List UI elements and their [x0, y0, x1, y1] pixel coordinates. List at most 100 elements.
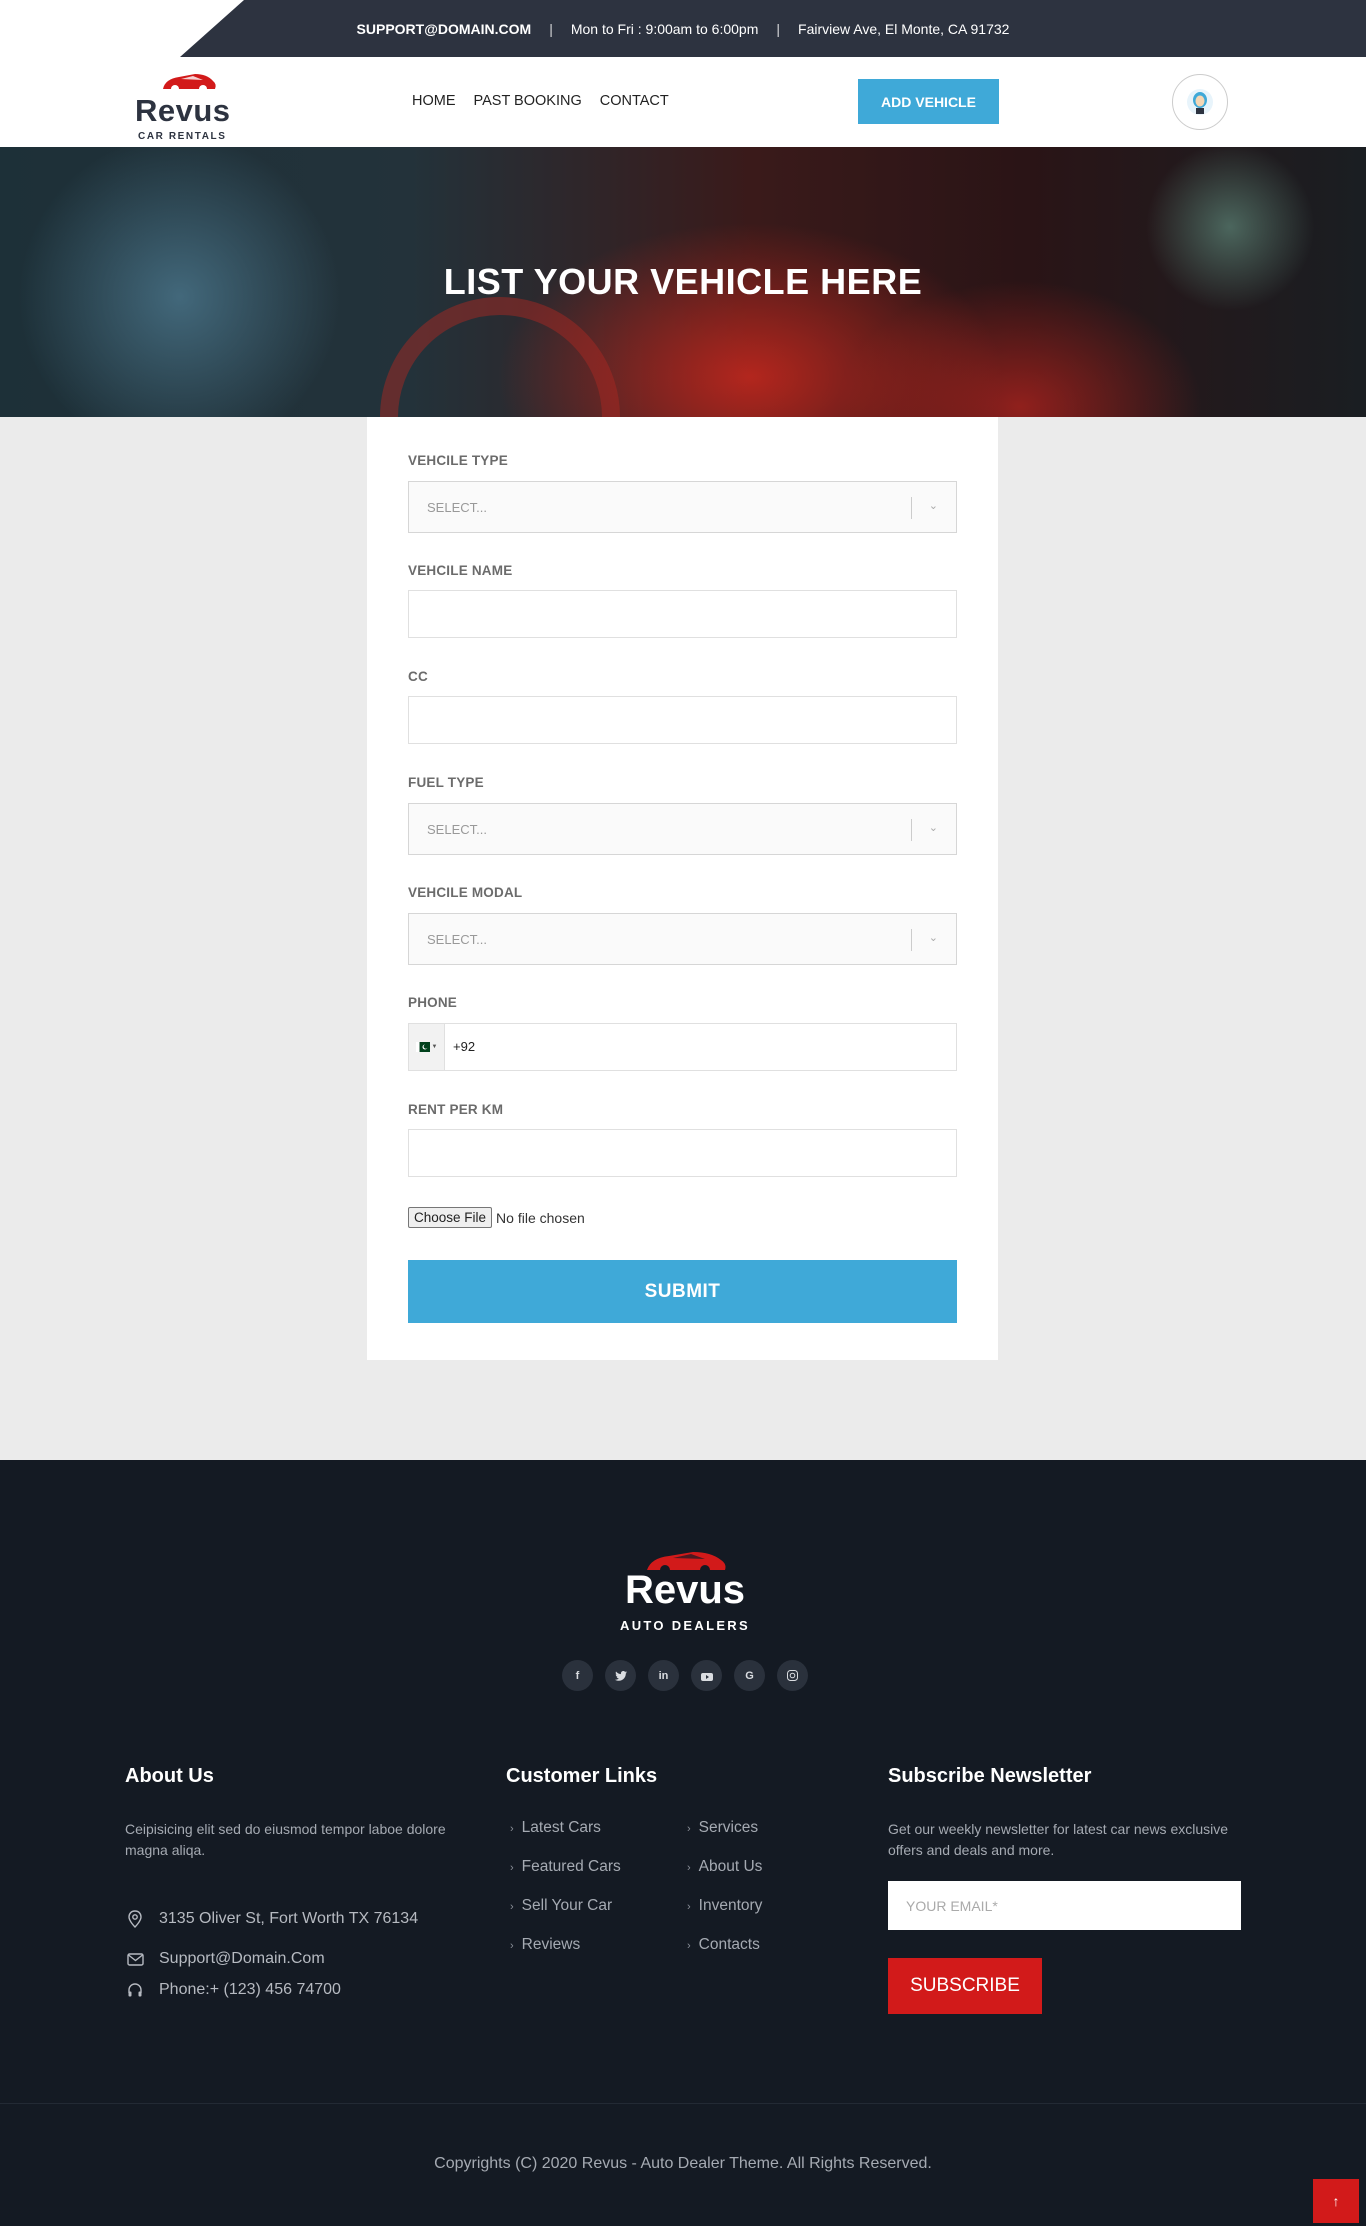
vehicle-modal-select[interactable]: SELECT... ⌄: [408, 913, 957, 965]
footer: Revus AUTO DEALERS f in G About Us Ceipi…: [0, 1460, 1366, 2226]
newsletter-text: Get our weekly newsletter for latest car…: [888, 1821, 1229, 1858]
topbar-info: SUPPORT@DOMAIN.COM | Mon to Fri : 9:00am…: [0, 0, 1366, 57]
instagram-icon[interactable]: [777, 1660, 808, 1691]
link-sell-your-car[interactable]: › Sell Your Car: [510, 1897, 612, 1915]
file-upload: Choose File No file chosen: [408, 1207, 585, 1228]
linkedin-icon[interactable]: in: [648, 1660, 679, 1691]
car-logo-icon: [163, 74, 216, 93]
nav-home[interactable]: HOME: [412, 93, 456, 109]
vehicle-type-select[interactable]: SELECT... ⌄: [408, 481, 957, 533]
select-divider: [911, 497, 912, 519]
headphones-icon: [125, 1982, 145, 1998]
footer-email[interactable]: Support@Domain.Com: [125, 1950, 325, 1968]
select-divider: [911, 819, 912, 841]
vehicle-modal-label: VEHCILE MODAL: [408, 885, 523, 900]
topbar-email[interactable]: SUPPORT@DOMAIN.COM: [339, 21, 550, 37]
link-label: Sell Your Car: [521, 1897, 613, 1914]
main-nav: HOME PAST BOOKING CONTACT: [412, 93, 669, 109]
cc-label: CC: [408, 669, 428, 684]
phone-code: +92: [453, 1039, 476, 1054]
envelope-icon: [125, 1952, 145, 1966]
choose-file-button[interactable]: Choose File: [408, 1207, 493, 1228]
vehicle-name-label: VEHCILE NAME: [408, 563, 513, 578]
footer-address: 3135 Oliver St, Fort Worth TX 76134: [125, 1910, 418, 1928]
facebook-icon[interactable]: f: [562, 1660, 593, 1691]
link-services[interactable]: › Services: [687, 1819, 758, 1837]
user-avatar-icon: [1187, 89, 1213, 115]
link-latest-cars[interactable]: › Latest Cars: [510, 1819, 601, 1837]
about-us-text: Ceipisicing elit sed do eiusmod tempor l…: [125, 1821, 446, 1858]
topbar-address: Fairview Ave, El Monte, CA 91732: [798, 20, 1010, 37]
link-label: Latest Cars: [521, 1819, 601, 1836]
fuel-type-select[interactable]: SELECT... ⌄: [408, 803, 957, 855]
chevron-right-icon: ›: [510, 1862, 514, 1874]
newsletter-title: Subscribe Newsletter: [888, 1765, 1092, 1787]
flag-caret-icon: ▼: [431, 1044, 438, 1050]
link-label: Featured Cars: [521, 1858, 621, 1875]
fuel-type-value: SELECT...: [427, 822, 487, 837]
vehicle-modal-value: SELECT...: [427, 932, 487, 947]
chevron-right-icon: ›: [687, 1901, 691, 1913]
link-about-us[interactable]: › About Us: [687, 1858, 762, 1876]
footer-divider: [0, 2103, 1366, 2104]
newsletter-email-input[interactable]: [888, 1881, 1241, 1930]
twitter-icon[interactable]: [605, 1660, 636, 1691]
cc-input[interactable]: [408, 696, 957, 744]
chevron-right-icon: ›: [687, 1862, 691, 1874]
footer-phone-text: Phone:+ (123) 456 74700: [159, 1981, 341, 1998]
rent-per-km-label: RENT PER KM: [408, 1102, 504, 1117]
hero-banner: LIST YOUR VEHICLE HERE: [0, 147, 1366, 417]
add-vehicle-button[interactable]: ADD VEHICLE: [858, 79, 999, 124]
topbar-separator: |: [776, 20, 781, 37]
logo-subtitle: CAR RENTALS: [138, 131, 227, 142]
chevron-right-icon: ›: [687, 1940, 691, 1952]
chevron-right-icon: ›: [510, 1901, 514, 1913]
footer-logo[interactable]: Revus AUTO DEALERS: [615, 1548, 755, 1638]
link-label: Reviews: [521, 1936, 581, 1953]
scroll-to-top-button[interactable]: ↑: [1313, 2179, 1359, 2223]
footer-phone[interactable]: Phone:+ (123) 456 74700: [125, 1981, 341, 1999]
vehicle-name-input[interactable]: [408, 590, 957, 638]
rent-per-km-input[interactable]: [408, 1129, 957, 1177]
pakistan-flag-icon: [415, 1042, 430, 1052]
nav-contact[interactable]: CONTACT: [600, 93, 669, 109]
logo[interactable]: Revus CAR RENTALS: [135, 69, 245, 142]
chevron-right-icon: ›: [510, 1940, 514, 1952]
logo-name: Revus: [135, 93, 231, 128]
topbar-separator: |: [549, 20, 553, 37]
subscribe-button[interactable]: SUBSCRIBE: [888, 1958, 1042, 2014]
chevron-right-icon: ›: [510, 1823, 514, 1835]
footer-logo-name: Revus: [624, 1568, 746, 1612]
nav-past-booking[interactable]: PAST BOOKING: [474, 93, 582, 109]
link-featured-cars[interactable]: › Featured Cars: [510, 1858, 621, 1876]
link-label: Services: [698, 1819, 759, 1836]
footer-email-text: Support@Domain.Com: [159, 1950, 325, 1967]
submit-button[interactable]: SUBMIT: [408, 1260, 957, 1323]
google-icon[interactable]: G: [734, 1660, 765, 1691]
fuel-type-label: FUEL TYPE: [408, 775, 484, 790]
header: Revus CAR RENTALS HOME PAST BOOKING CONT…: [0, 57, 1366, 147]
chevron-down-icon: ⌄: [928, 500, 938, 512]
country-flag-selector[interactable]: ▼: [409, 1024, 445, 1070]
chevron-right-icon: ›: [687, 1823, 691, 1835]
arrow-up-icon: ↑: [1332, 2193, 1340, 2209]
hero-wheel-shape: [380, 297, 620, 417]
link-label: Inventory: [698, 1897, 763, 1914]
footer-address-text: 3135 Oliver St, Fort Worth TX 76134: [159, 1910, 419, 1927]
vehicle-type-label: VEHCILE TYPE: [408, 453, 508, 468]
vehicle-form: VEHCILE TYPE SELECT... ⌄ VEHCILE NAME CC…: [367, 417, 998, 1360]
phone-label: PHONE: [408, 995, 458, 1010]
youtube-icon[interactable]: [691, 1660, 722, 1691]
hero-title: LIST YOUR VEHICLE HERE: [443, 261, 923, 302]
phone-field[interactable]: ▼ +92: [408, 1023, 957, 1071]
link-inventory[interactable]: › Inventory: [687, 1897, 762, 1915]
link-label: Contacts: [698, 1936, 760, 1953]
user-avatar[interactable]: [1172, 74, 1228, 130]
footer-logo-subtitle: AUTO DEALERS: [620, 1618, 750, 1633]
chevron-down-icon: ⌄: [928, 822, 938, 834]
link-contacts[interactable]: › Contacts: [687, 1936, 760, 1954]
link-reviews[interactable]: › Reviews: [510, 1936, 580, 1954]
customer-links-title: Customer Links: [506, 1765, 658, 1787]
select-divider: [911, 929, 912, 951]
location-pin-icon: [125, 1910, 145, 1928]
